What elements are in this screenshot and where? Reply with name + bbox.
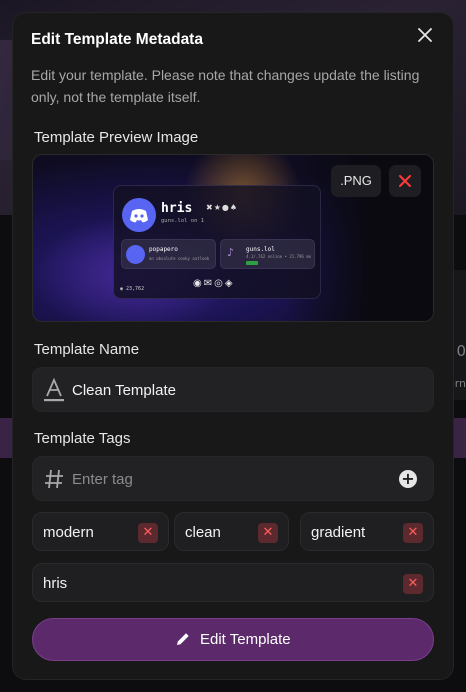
preview-box-subtitle: an absolute cooky outlook: [149, 256, 210, 261]
modal-description: Edit your template. Please note that cha…: [31, 67, 420, 105]
remove-tag-icon[interactable]: ✕: [403, 574, 423, 594]
background-text: 0: [456, 342, 466, 360]
preview-subtitle: guns.lol on 1: [161, 218, 205, 224]
template-name-value: Clean Template: [72, 382, 176, 399]
preview-guild-box: ♪ guns.lol 4.1/.762 online • 21.796 me: [220, 239, 315, 269]
preview-badges: ✖★●♠: [206, 203, 239, 212]
name-label: Template Name: [34, 341, 140, 358]
preview-discord-box: popapero an absolute cooky outlook: [121, 239, 216, 269]
tag-input-placeholder: Enter tag: [72, 471, 133, 488]
preview-box-subtitle: 4.1/.762 online • 21.796 me: [246, 254, 312, 259]
preview-profile-card: hris ✖★●♠ guns.lol on 1 popapero an abso…: [113, 185, 321, 299]
tag-chip: gradient ✕: [300, 512, 434, 551]
plus-circle-icon[interactable]: +: [399, 470, 417, 488]
remove-image-button[interactable]: [389, 165, 421, 197]
hash-icon: [43, 466, 65, 492]
preview-view-count: ◉ 23,762: [120, 286, 145, 292]
preview-box-title: guns.lol: [246, 246, 275, 253]
x-icon: [399, 175, 411, 187]
format-badge: .PNG: [331, 165, 381, 197]
remove-tag-icon[interactable]: ✕: [138, 523, 158, 543]
tag-chip: hris ✕: [32, 563, 434, 602]
edit-template-button[interactable]: Edit Template: [32, 618, 434, 661]
remove-tag-icon[interactable]: ✕: [403, 523, 423, 543]
preview-box-title: popapero: [149, 246, 178, 253]
background-text: rn: [454, 377, 466, 390]
text-icon: [43, 377, 65, 403]
tag-label: gradient: [311, 524, 366, 541]
remove-tag-icon[interactable]: ✕: [258, 523, 278, 543]
discord-avatar: [122, 198, 156, 232]
preview-label: Template Preview Image: [34, 129, 199, 146]
close-icon[interactable]: [413, 23, 437, 47]
template-name-field[interactable]: Clean Template: [32, 367, 434, 412]
tags-label: Template Tags: [34, 430, 131, 447]
guitar-icon: ♪: [227, 246, 235, 259]
template-preview-image[interactable]: hris ✖★●♠ guns.lol on 1 popapero an abso…: [32, 154, 434, 322]
preview-social-icons: ◉✉◎◈: [193, 278, 235, 289]
edit-template-label: Edit Template: [200, 631, 291, 648]
pencil-icon: [177, 633, 189, 645]
edit-template-modal: Edit Template Metadata Edit your templat…: [12, 12, 454, 680]
preview-username: hris: [161, 201, 193, 216]
tag-label: hris: [43, 575, 68, 592]
tag-label: clean: [185, 524, 221, 541]
tag-chip: modern ✕: [32, 512, 169, 551]
modal-title: Edit Template Metadata: [31, 31, 203, 48]
tag-chip: clean ✕: [174, 512, 289, 551]
tag-input[interactable]: Enter tag +: [32, 456, 434, 501]
tag-label: modern: [43, 524, 94, 541]
